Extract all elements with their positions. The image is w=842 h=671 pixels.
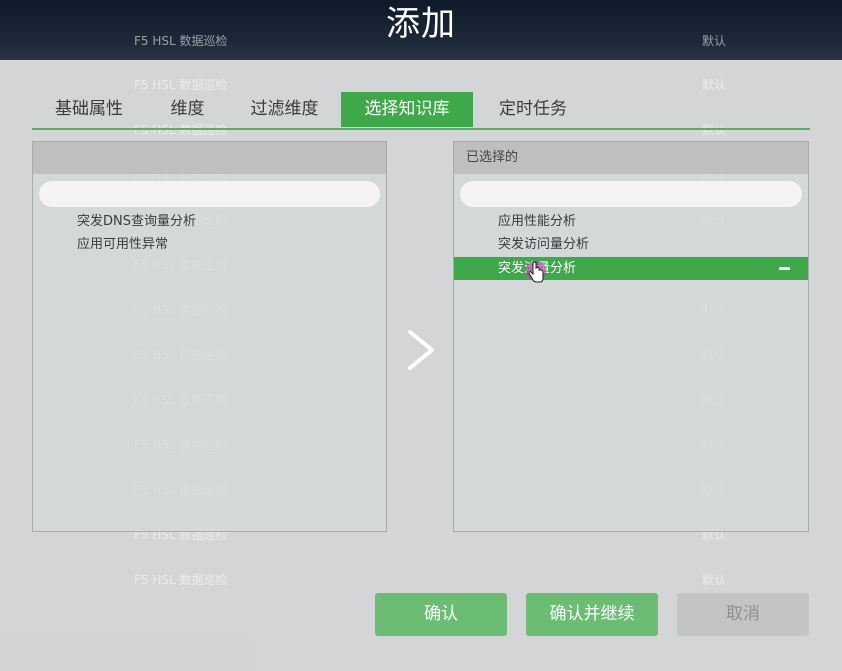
available-search-input[interactable] (39, 181, 380, 207)
background-row-value: 默认 (702, 573, 727, 587)
background-table-row: F5 HSL 数据巡检 默认 (0, 571, 842, 591)
confirm-continue-button[interactable]: 确认并继续 (526, 593, 658, 636)
chevron-right-icon[interactable] (404, 328, 438, 372)
tab-basic-properties[interactable]: 基础属性 (32, 92, 146, 127)
list-item[interactable]: 突发访问量分析 (454, 233, 808, 256)
selected-list-panel: 已选择的 应用性能分析 突发访问量分析 突发流量分析 (453, 141, 809, 532)
background-row-value: 默认 (702, 78, 727, 92)
minus-icon[interactable] (779, 267, 790, 270)
hand-pointer-icon (526, 261, 546, 283)
list-item-label: 突发DNS查询量分析 (77, 214, 196, 229)
confirm-button[interactable]: 确认 (375, 593, 507, 636)
list-item[interactable]: 突发DNS查询量分析 (33, 210, 386, 233)
list-item-label: 应用性能分析 (498, 214, 577, 229)
list-item-selected[interactable]: 突发流量分析 (454, 257, 808, 280)
background-row-name: F5 HSL 数据巡检 (134, 573, 228, 587)
modal-title: 添加 (386, 4, 456, 44)
list-item-label: 突发访问量分析 (498, 237, 590, 252)
tab-scheduled-task[interactable]: 定时任务 (483, 92, 583, 127)
selected-list-header: 已选择的 (454, 142, 808, 174)
list-item[interactable]: 应用性能分析 (454, 210, 808, 233)
cancel-button[interactable]: 取消 (677, 593, 809, 636)
list-item[interactable]: 应用可用性异常 (33, 233, 386, 256)
available-list-header (33, 142, 386, 174)
tab-select-knowledge-base[interactable]: 选择知识库 (341, 92, 473, 127)
background-row-name: F5 HSL 数据巡检 (134, 78, 228, 92)
selected-search-input[interactable] (460, 181, 802, 207)
tab-bar: 基础属性 维度 过滤维度 选择知识库 定时任务 (32, 92, 810, 130)
tab-dimension[interactable]: 维度 (151, 92, 224, 127)
tab-filter-dimension[interactable]: 过滤维度 (234, 92, 335, 127)
available-list-panel: 突发DNS查询量分析 应用可用性异常 (32, 141, 387, 532)
list-item-label: 应用可用性异常 (77, 237, 169, 252)
